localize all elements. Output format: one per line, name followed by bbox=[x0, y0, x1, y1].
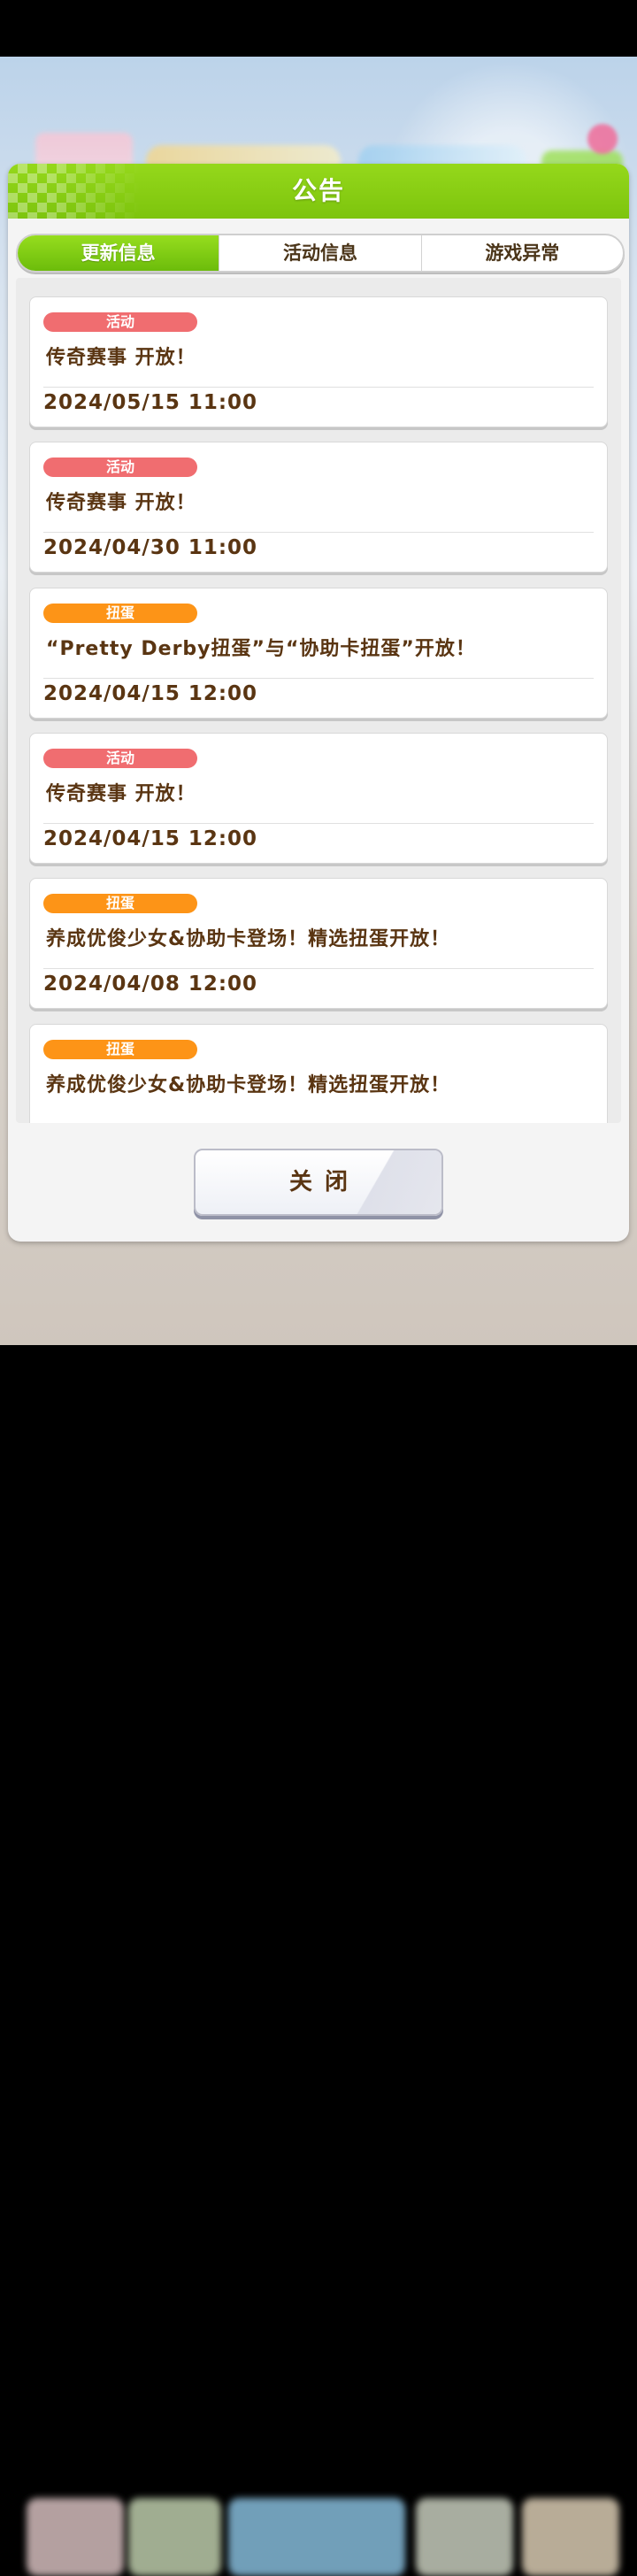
category-badge: 扭蛋 bbox=[43, 604, 197, 623]
item-title: 养成优俊少女&协助卡登场！精选扭蛋开放！ bbox=[46, 1074, 451, 1096]
tab-game-issues[interactable]: 游戏异常 bbox=[420, 235, 623, 271]
category-badge: 扭蛋 bbox=[43, 894, 197, 913]
list-item[interactable]: 扭蛋 养成优俊少女&协助卡登场！精选扭蛋开放！ 2024/04/08 12:00 bbox=[29, 878, 608, 1009]
blurred-notification-dot bbox=[587, 124, 618, 154]
category-badge: 扭蛋 bbox=[43, 1040, 197, 1059]
announcement-list[interactable]: 活动 传奇赛事 开放！ 2024/05/15 11:00 活动 传奇赛事 开放！… bbox=[16, 278, 621, 1123]
close-button-label: 关闭 bbox=[288, 1169, 360, 1196]
item-title: “Pretty Derby扭蛋”与“协助卡扭蛋”开放！ bbox=[46, 638, 476, 660]
category-badge: 活动 bbox=[43, 312, 197, 332]
status-bar bbox=[0, 0, 637, 57]
dialog-header: 公告 bbox=[8, 164, 629, 219]
list-item[interactable]: 活动 传奇赛事 开放！ 2024/04/15 12:00 bbox=[29, 733, 608, 864]
category-badge: 活动 bbox=[43, 749, 197, 768]
list-item[interactable]: 扭蛋 养成优俊少女&协助卡登场！精选扭蛋开放！ bbox=[29, 1024, 608, 1123]
item-title: 养成优俊少女&协助卡登场！精选扭蛋开放！ bbox=[46, 928, 451, 950]
item-title: 传奇赛事 开放！ bbox=[46, 783, 196, 805]
divider bbox=[43, 968, 594, 969]
item-title: 传奇赛事 开放！ bbox=[46, 492, 196, 514]
blurred-nav-item bbox=[522, 2498, 619, 2576]
item-date: 2024/04/15 12:00 bbox=[43, 827, 258, 850]
tab-bar: 更新信息 活动信息 游戏异常 bbox=[16, 234, 625, 273]
dialog-title: 公告 bbox=[291, 176, 345, 205]
blurred-nav-item bbox=[128, 2498, 221, 2576]
list-item[interactable]: 扭蛋 “Pretty Derby扭蛋”与“协助卡扭蛋”开放！ 2024/04/1… bbox=[29, 588, 608, 719]
announcement-dialog: 公告 更新信息 活动信息 游戏异常 活动 传奇赛事 开放！ 2024/05/15… bbox=[8, 164, 629, 1242]
item-date: 2024/04/15 12:00 bbox=[43, 682, 258, 705]
blurred-bottom-nav bbox=[0, 1243, 637, 2576]
item-date: 2024/04/30 11:00 bbox=[43, 536, 258, 559]
blurred-nav-item bbox=[27, 2498, 124, 2576]
blurred-top-bar bbox=[0, 57, 637, 218]
divider bbox=[43, 532, 594, 533]
blurred-nav-item bbox=[228, 2498, 405, 2576]
category-badge: 活动 bbox=[43, 458, 197, 477]
close-button[interactable]: 关闭 bbox=[194, 1149, 443, 1216]
tab-update-info[interactable]: 更新信息 bbox=[18, 235, 219, 271]
divider bbox=[43, 678, 594, 679]
divider bbox=[43, 823, 594, 824]
divider bbox=[43, 387, 594, 388]
blurred-nav-item bbox=[416, 2498, 513, 2576]
list-item[interactable]: 活动 传奇赛事 开放！ 2024/05/15 11:00 bbox=[29, 296, 608, 427]
list-item[interactable]: 活动 传奇赛事 开放！ 2024/04/30 11:00 bbox=[29, 442, 608, 573]
item-date: 2024/04/08 12:00 bbox=[43, 973, 258, 996]
item-date: 2024/05/15 11:00 bbox=[43, 391, 258, 414]
item-title: 传奇赛事 开放！ bbox=[46, 347, 196, 369]
tab-event-info[interactable]: 活动信息 bbox=[219, 235, 420, 271]
